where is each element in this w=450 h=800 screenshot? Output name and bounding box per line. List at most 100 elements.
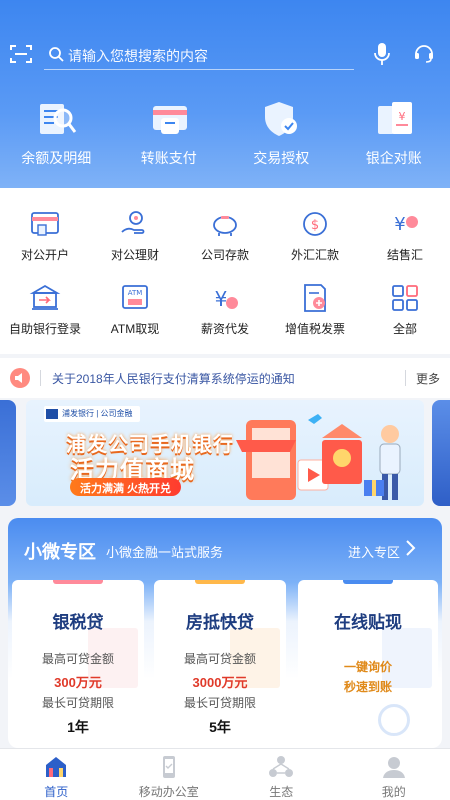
promo-banner[interactable]: 浦发银行 | 公司金融 浦发公司手机银行 活力值商城 活力满满 火热开兑 xyxy=(26,400,424,506)
micro-zone-title: 小微专区 xyxy=(24,542,96,562)
grid-item-label: 结售汇 xyxy=(386,248,423,262)
nav-ecosystem[interactable]: 生态 xyxy=(225,749,338,800)
wealth-icon xyxy=(121,211,145,234)
max-amount-label: 最高可贷金额 xyxy=(41,652,114,666)
micro-business-zone: 小微专区 小微金融一站式服务 进入专区 银税贷 最高可贷金额 300万元 最长可… xyxy=(8,518,442,748)
quote-cta[interactable]: 一键询价 xyxy=(298,658,438,675)
max-term-label: 最长可贷期限 xyxy=(183,696,256,710)
nav-home[interactable]: 首页 xyxy=(0,749,113,800)
customer-service-icon[interactable] xyxy=(413,42,435,64)
grid-item-label: 对公理财 xyxy=(110,248,159,262)
quick-service-grid: 对公开户 对公理财 公司存款 $ 外汇汇款 ¥ 结售汇 自助银行登录 ATM A… xyxy=(0,188,450,354)
card-tab xyxy=(343,580,393,584)
header-banner: 请输入您想搜索的内容 余额及明细 转账支付 交易授权 ¥ 银企对账 xyxy=(0,0,450,188)
search-row: 请输入您想搜索的内容 xyxy=(0,36,450,72)
nav-label: 移动办公室 xyxy=(138,785,199,799)
reconcile-icon: ¥ xyxy=(377,102,412,134)
hero-tile-reconcile[interactable]: ¥ 银企对账 xyxy=(338,92,450,172)
divider xyxy=(405,370,406,386)
grid-item-label: 自助银行登录 xyxy=(8,322,81,336)
ecosystem-icon xyxy=(269,756,293,777)
grid-item-account-open[interactable]: 对公开户 xyxy=(0,204,90,278)
hero-tile-label: 转账支付 xyxy=(140,150,197,166)
search-placeholder: 请输入您想搜索的内容 xyxy=(68,48,208,64)
piggy-bank-icon xyxy=(213,216,237,236)
prev-banner-peek[interactable] xyxy=(0,400,16,506)
grid-item-wealth[interactable]: 对公理财 xyxy=(90,204,180,278)
svg-text:¥: ¥ xyxy=(398,110,405,123)
grid-row: 自助银行登录 ATM ATM取现 ¥ 薪资代发 增值税发票 全部 xyxy=(0,278,450,352)
max-amount-label: 最高可贷金额 xyxy=(183,652,256,666)
grid-item-salary[interactable]: ¥ 薪资代发 xyxy=(180,278,270,352)
grid-item-exchange[interactable]: ¥ 结售汇 xyxy=(360,204,450,278)
banner-illustration xyxy=(236,414,401,500)
instant-cta[interactable]: 秒速到账 xyxy=(298,678,438,695)
grid-item-label: 薪资代发 xyxy=(200,322,249,336)
grid-item-atm[interactable]: ATM ATM取现 xyxy=(90,278,180,352)
notice-bar[interactable]: 关于2018年人民银行支付清算系统停运的通知 更多 xyxy=(0,358,450,398)
chevron-right-icon[interactable] xyxy=(404,538,418,558)
hero-tile-transfer[interactable]: 转账支付 xyxy=(113,92,226,172)
account-open-icon xyxy=(31,212,59,236)
grid-item-self-service[interactable]: 自助银行登录 xyxy=(0,278,90,352)
search-input[interactable]: 请输入您想搜索的内容 xyxy=(44,40,354,70)
nav-mobile-office[interactable]: 移动办公室 xyxy=(113,749,226,800)
grid-item-label: 公司存款 xyxy=(200,248,249,262)
banner-tag: 活力满满 火热开兑 xyxy=(70,478,182,496)
svg-text:ATM: ATM xyxy=(128,289,143,297)
product-card-mortgage-loan[interactable]: 房抵快贷 最高可贷金额 3000万元 最长可贷期限 5年 xyxy=(154,580,286,748)
max-term-value: 1年 xyxy=(67,719,89,735)
grid-item-invoice[interactable]: 增值税发票 xyxy=(270,278,360,352)
banner-carousel[interactable]: 浦发银行 | 公司金融 浦发公司手机银行 活力值商城 活力满满 火热开兑 xyxy=(0,398,450,508)
grid-item-label: 外汇汇款 xyxy=(290,248,339,262)
hero-tile-label: 交易授权 xyxy=(253,150,310,166)
grid-row: 对公开户 对公理财 公司存款 $ 外汇汇款 ¥ 结售汇 xyxy=(0,204,450,278)
forex-icon: $ xyxy=(303,212,327,236)
svg-text:¥: ¥ xyxy=(394,214,405,235)
atm-icon: ATM xyxy=(122,285,148,309)
grid-item-deposit[interactable]: 公司存款 xyxy=(180,204,270,278)
hero-tile-balance[interactable]: 余额及明细 xyxy=(0,92,113,172)
product-name: 房抵快贷 xyxy=(186,613,254,632)
hero-tile-authorize[interactable]: 交易授权 xyxy=(225,92,338,172)
bottom-nav: 首页 移动办公室 生态 我的 xyxy=(0,748,450,800)
mobile-office-icon xyxy=(162,756,175,778)
grid-all-icon xyxy=(392,285,418,311)
hero-tile-label: 银企对账 xyxy=(365,150,422,166)
product-name: 银税贷 xyxy=(52,613,104,632)
card-tab xyxy=(53,580,103,584)
magnifier-decoration-icon xyxy=(378,704,410,736)
micro-zone-subtitle: 小微金融一站式服务 xyxy=(106,545,224,560)
grid-item-label: 增值税发票 xyxy=(284,322,345,336)
product-card-tax-loan[interactable]: 银税贷 最高可贷金额 300万元 最长可贷期限 1年 xyxy=(12,580,144,748)
nav-label: 首页 xyxy=(44,785,69,799)
notice-text[interactable]: 关于2018年人民银行支付清算系统停运的通知 xyxy=(52,370,295,387)
search-icon xyxy=(49,47,64,62)
divider xyxy=(40,370,41,386)
max-amount-value: 3000万元 xyxy=(192,675,248,690)
next-banner-peek[interactable] xyxy=(432,400,450,506)
notice-more-link[interactable]: 更多 xyxy=(416,370,440,387)
salary-icon: ¥ xyxy=(215,287,238,311)
microphone-icon[interactable] xyxy=(373,42,391,66)
scan-icon[interactable] xyxy=(10,44,32,64)
balance-detail-icon xyxy=(40,104,77,134)
svg-text:¥: ¥ xyxy=(215,287,228,311)
nav-profile[interactable]: 我的 xyxy=(338,749,450,800)
max-term-label: 最长可贷期限 xyxy=(41,696,114,710)
card-tab xyxy=(195,580,245,584)
hero-shortcuts: 余额及明细 转账支付 交易授权 ¥ 银企对账 xyxy=(0,92,450,172)
speaker-icon xyxy=(10,368,30,388)
max-term-value: 5年 xyxy=(209,719,231,735)
bank-logo: 浦发银行 | 公司金融 xyxy=(44,406,140,422)
grid-item-label: 全部 xyxy=(392,322,417,336)
home-icon xyxy=(46,757,66,777)
grid-item-label: ATM取现 xyxy=(110,322,160,336)
enter-zone-link[interactable]: 进入专区 xyxy=(348,542,400,561)
profile-icon xyxy=(382,757,405,778)
invoice-icon xyxy=(304,284,326,312)
max-amount-value: 300万元 xyxy=(54,675,102,690)
grid-item-all[interactable]: 全部 xyxy=(360,278,450,352)
product-card-online-discount[interactable]: 在线贴现 一键询价 秒速到账 xyxy=(298,580,438,748)
grid-item-forex[interactable]: $ 外汇汇款 xyxy=(270,204,360,278)
